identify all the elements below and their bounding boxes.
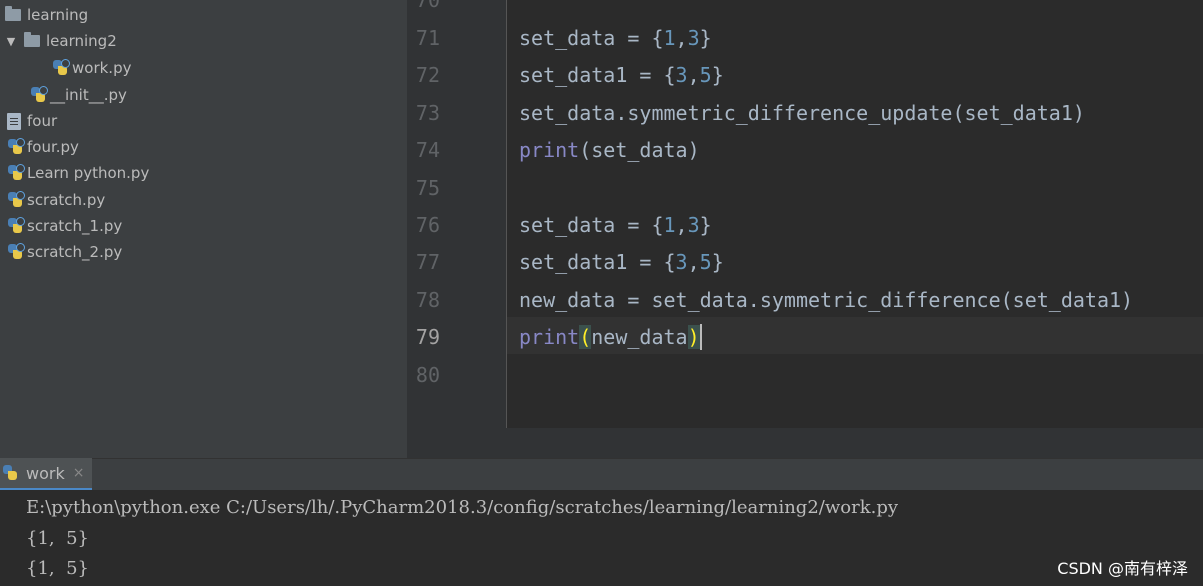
tree-item-label: Learn python.py (27, 164, 150, 182)
code-text: set_data = (519, 213, 652, 237)
tree-item-label: learning2 (46, 32, 117, 50)
code-keyword: print (519, 138, 580, 162)
file-icon (7, 112, 21, 130)
python-file-icon (7, 243, 25, 261)
line-number: 77 (415, 250, 440, 274)
code-number: 5 (699, 63, 712, 87)
code-text: (set_data) (579, 138, 700, 162)
code-brace: { (663, 63, 676, 87)
code-text: set_data1 = (519, 250, 664, 274)
tree-item-label: work.py (72, 59, 132, 77)
code-brace: } (711, 250, 724, 274)
code-number: 5 (699, 250, 712, 274)
console-line: {1, 5} (26, 528, 89, 549)
console-line: E:\python\python.exe C:/Users/lh/.PyChar… (26, 497, 899, 518)
tree-item-learning2[interactable]: ▼ learning2 (4, 30, 117, 52)
tree-item-scratch-1-py[interactable]: scratch_1.py (7, 215, 122, 237)
tree-item-four[interactable]: four (7, 110, 57, 132)
code-comma: , (687, 250, 700, 274)
close-icon[interactable]: × (73, 465, 85, 481)
python-file-icon (7, 217, 25, 235)
run-tab-work[interactable]: work × (0, 458, 92, 490)
code-comma: , (675, 26, 688, 50)
code-line-71[interactable]: set_data = {1,3} (519, 20, 712, 57)
chevron-down-icon[interactable]: ▼ (4, 35, 18, 48)
line-number: 70 (415, 0, 440, 12)
code-brace: } (699, 213, 712, 237)
text-caret (699, 323, 702, 350)
matched-paren-open: ( (579, 325, 592, 349)
code-brace: } (699, 26, 712, 50)
watermark: CSDN @南有梓泽 (1057, 559, 1188, 578)
code-brace: { (663, 250, 676, 274)
python-file-icon (7, 138, 25, 156)
code-brace: { (651, 213, 664, 237)
console-line: {1, 5} (26, 558, 89, 579)
code-text: new_data (591, 325, 688, 349)
code-line-79[interactable]: print(new_data) (519, 319, 702, 356)
code-line-76[interactable]: set_data = {1,3} (519, 207, 712, 244)
line-number: 74 (415, 138, 440, 162)
code-brace: } (711, 63, 724, 87)
run-tab-label: work (26, 463, 65, 483)
line-number: 75 (415, 176, 440, 200)
code-comma: , (675, 213, 688, 237)
tree-item-label: scratch_1.py (27, 217, 123, 235)
tree-item-label: scratch_2.py (27, 243, 123, 261)
tree-item-work-py[interactable]: work.py (52, 57, 131, 79)
code-line-74[interactable]: print(set_data) (519, 132, 700, 169)
line-number: 76 (415, 213, 440, 237)
code-text: set_data = (519, 26, 652, 50)
line-number: 72 (415, 63, 440, 87)
code-keyword: print (519, 325, 580, 349)
code-number: 3 (687, 213, 700, 237)
python-file-icon (30, 86, 48, 104)
run-panel-header (0, 458, 1203, 490)
code-number: 1 (663, 213, 676, 237)
tree-item-learn-python-py[interactable]: Learn python.py (7, 162, 149, 184)
tree-item-label: learning (27, 6, 89, 24)
code-line-78[interactable]: new_data = set_data.symmetric_difference… (519, 282, 1133, 319)
code-line-73[interactable]: set_data.symmetric_difference_update(set… (519, 95, 1085, 132)
project-tree: learning ▼ learning2 work.py __init__.py… (0, 0, 407, 458)
tree-item-scratch-2-py[interactable]: scratch_2.py (7, 241, 122, 263)
line-number: 78 (415, 288, 440, 312)
tree-item-label: four.py (27, 138, 79, 156)
line-number: 71 (415, 26, 440, 50)
python-file-icon (7, 191, 25, 209)
tree-item-label: __init__.py (50, 86, 127, 104)
code-number: 3 (675, 250, 688, 274)
tree-item-label: four (27, 112, 58, 130)
tree-item-label: scratch.py (27, 191, 106, 209)
editor-bottom-area (407, 428, 1203, 458)
line-number: 80 (415, 363, 440, 387)
line-number: 73 (415, 101, 440, 125)
folder-icon (5, 6, 21, 21)
python-run-icon (2, 464, 20, 482)
code-number: 1 (663, 26, 676, 50)
code-line-72[interactable]: set_data1 = {3,5} (519, 57, 724, 94)
code-number: 3 (687, 26, 700, 50)
line-number-current: 79 (415, 325, 440, 349)
python-file-icon (7, 164, 25, 182)
tree-item-four-py[interactable]: four.py (7, 136, 79, 158)
code-brace: { (651, 26, 664, 50)
python-file-icon (52, 59, 70, 77)
matched-paren-close: ) (687, 325, 700, 349)
code-comma: , (687, 63, 700, 87)
tree-item-init-py[interactable]: __init__.py (30, 84, 127, 106)
code-text: set_data1 = (519, 63, 664, 87)
tree-item-learning[interactable]: learning (5, 4, 88, 26)
folder-icon (24, 32, 40, 47)
code-number: 3 (675, 63, 688, 87)
tree-item-scratch-py[interactable]: scratch.py (7, 189, 105, 211)
gutter-divider (506, 0, 507, 428)
code-line-77[interactable]: set_data1 = {3,5} (519, 244, 724, 281)
